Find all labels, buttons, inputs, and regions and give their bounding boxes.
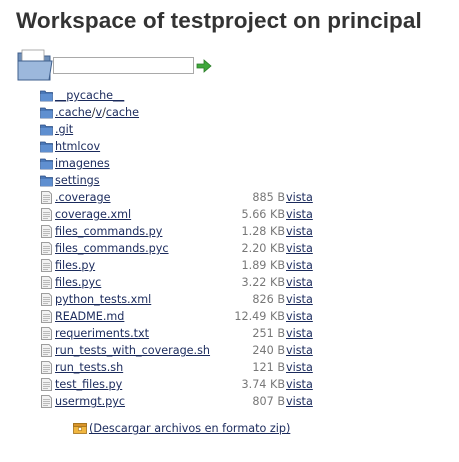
folder-icon	[40, 107, 53, 119]
view-link[interactable]: vista	[286, 274, 313, 291]
directory-link[interactable]: .cache	[55, 106, 92, 119]
file-size: 5.66 KB	[241, 208, 285, 221]
file-row: files_commands.py 1.28 KB vista	[40, 223, 320, 240]
view-link[interactable]: vista	[286, 376, 313, 393]
file-icon	[41, 378, 52, 391]
file-size: 3.74 KB	[241, 378, 285, 391]
file-row: files_commands.pyc 2.20 KB vista	[40, 240, 320, 257]
file-size: 3.22 KB	[241, 276, 285, 289]
workspace-folder-icon	[17, 49, 53, 81]
folder-icon	[40, 175, 53, 187]
file-icon	[41, 225, 52, 238]
directory-link[interactable]: __pycache__	[55, 87, 124, 104]
file-link[interactable]: coverage.xml	[55, 206, 131, 223]
directory-row: htmlcov	[40, 138, 320, 155]
view-link[interactable]: vista	[286, 223, 313, 240]
file-icon	[41, 191, 52, 204]
file-row: requeriments.txt 251 B vista	[40, 325, 320, 342]
view-link[interactable]: vista	[286, 291, 313, 308]
file-row: usermgt.pyc 807 B vista	[40, 393, 320, 410]
file-icon	[41, 344, 52, 357]
file-row: run_tests_with_coverage.sh 240 B vista	[40, 342, 320, 359]
file-listing: __pycache__ .cache/v/cache .git htmlcov …	[40, 87, 320, 410]
path-input[interactable]	[53, 57, 194, 74]
view-link[interactable]: vista	[286, 206, 313, 223]
view-link[interactable]: vista	[286, 189, 313, 206]
file-icon	[41, 208, 52, 221]
file-link[interactable]: python_tests.xml	[55, 291, 151, 308]
file-size: 2.20 KB	[241, 242, 285, 255]
directory-row: __pycache__	[40, 87, 320, 104]
directory-link[interactable]: .git	[55, 121, 73, 138]
directory-row: .cache/v/cache	[40, 104, 320, 121]
file-icon	[41, 276, 52, 289]
directory-link[interactable]: v	[95, 106, 102, 119]
file-icon	[41, 293, 52, 306]
go-arrow-icon[interactable]	[196, 58, 212, 74]
view-link[interactable]: vista	[286, 240, 313, 257]
directory-link[interactable]: settings	[55, 172, 100, 189]
view-link[interactable]: vista	[286, 342, 313, 359]
file-size: 1.89 KB	[241, 259, 285, 272]
file-row: README.md 12.49 KB vista	[40, 308, 320, 325]
folder-icon	[40, 124, 53, 136]
directory-row: imagenes	[40, 155, 320, 172]
file-icon	[41, 310, 52, 323]
file-icon	[41, 361, 52, 374]
file-icon	[41, 242, 52, 255]
file-link[interactable]: .coverage	[55, 189, 111, 206]
file-row: run_tests.sh 121 B vista	[40, 359, 320, 376]
file-row: .coverage 885 B vista	[40, 189, 320, 206]
page-title: Workspace of testproject on principal	[16, 8, 422, 33]
folder-icon	[40, 90, 53, 102]
folder-icon	[40, 141, 53, 153]
view-link[interactable]: vista	[286, 359, 313, 376]
directory-row: settings	[40, 172, 320, 189]
file-link[interactable]: files.py	[55, 257, 95, 274]
download-zip: (Descargar archivos en formato zip)	[73, 421, 290, 437]
directory-link[interactable]: cache	[106, 106, 139, 119]
file-size: 1.28 KB	[241, 225, 285, 238]
file-size: 826 B	[252, 293, 285, 306]
file-link[interactable]: run_tests_with_coverage.sh	[55, 342, 210, 359]
directory-link[interactable]: htmlcov	[55, 138, 100, 155]
file-size: 251 B	[252, 327, 285, 340]
file-icon	[41, 259, 52, 272]
file-link[interactable]: README.md	[55, 308, 124, 325]
file-size: 240 B	[252, 344, 285, 357]
file-link[interactable]: usermgt.pyc	[55, 393, 125, 410]
view-link[interactable]: vista	[286, 325, 313, 342]
file-link[interactable]: requeriments.txt	[55, 325, 149, 342]
view-link[interactable]: vista	[286, 257, 313, 274]
file-size: 885 B	[252, 191, 285, 204]
file-row: files.pyc 3.22 KB vista	[40, 274, 320, 291]
folder-icon	[40, 158, 53, 170]
file-size: 12.49 KB	[234, 310, 285, 323]
file-link[interactable]: test_files.py	[55, 376, 122, 393]
view-link[interactable]: vista	[286, 393, 313, 410]
file-size: 121 B	[252, 361, 285, 374]
file-row: coverage.xml 5.66 KB vista	[40, 206, 320, 223]
file-row: test_files.py 3.74 KB vista	[40, 376, 320, 393]
file-size: 807 B	[252, 395, 285, 408]
file-icon	[41, 395, 52, 408]
file-link[interactable]: files_commands.py	[55, 223, 162, 240]
file-row: files.py 1.89 KB vista	[40, 257, 320, 274]
view-link[interactable]: vista	[286, 308, 313, 325]
zip-archive-icon[interactable]	[73, 422, 87, 434]
file-link[interactable]: files.pyc	[55, 274, 101, 291]
file-link[interactable]: files_commands.pyc	[55, 240, 169, 257]
directory-link[interactable]: imagenes	[55, 155, 110, 172]
directory-path: .cache/v/cache	[55, 106, 140, 119]
file-row: python_tests.xml 826 B vista	[40, 291, 320, 308]
file-icon	[41, 327, 52, 340]
download-zip-link[interactable]: (Descargar archivos en formato zip)	[89, 422, 290, 435]
directory-row: .git	[40, 121, 320, 138]
file-link[interactable]: run_tests.sh	[55, 359, 123, 376]
